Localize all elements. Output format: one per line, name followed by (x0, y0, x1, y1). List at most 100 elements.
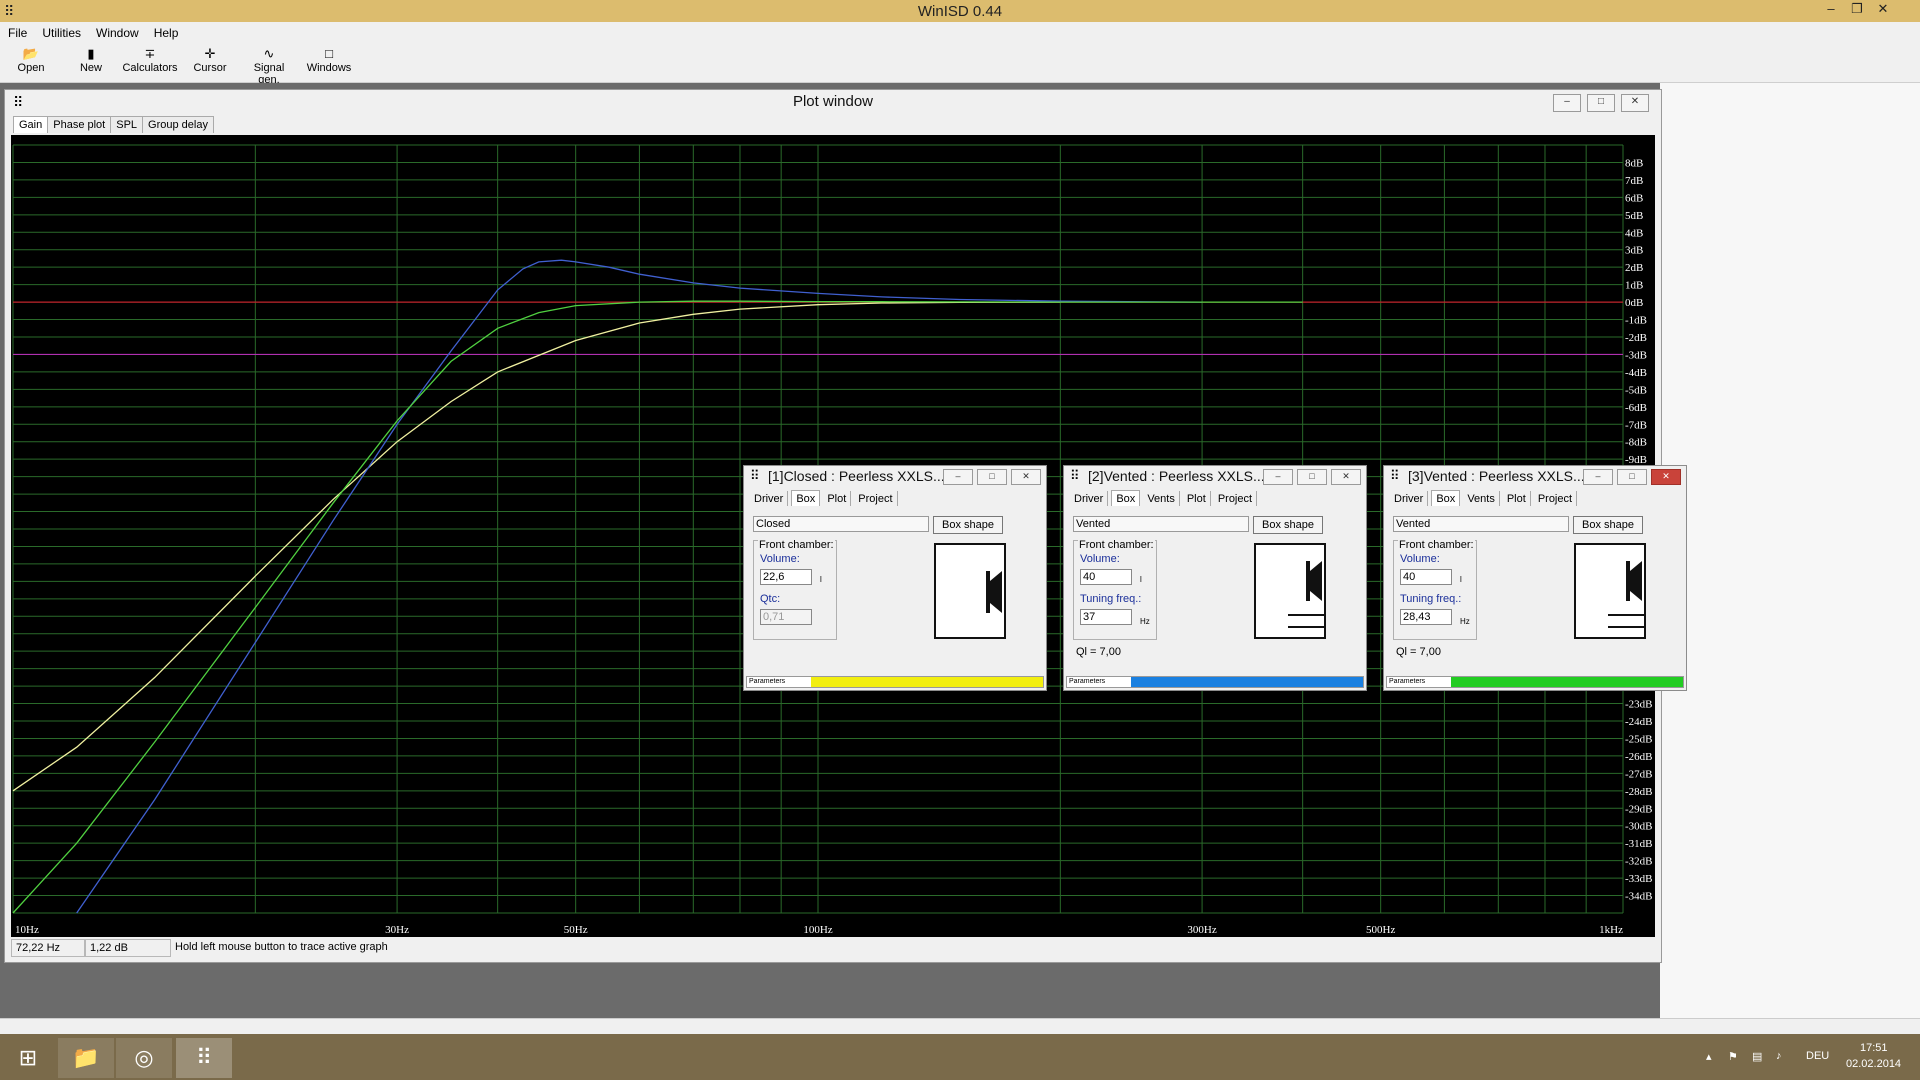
qtc-input[interactable]: 0,71 (760, 609, 812, 625)
box-type-field[interactable]: Vented (1393, 516, 1569, 532)
x-tick-label: 100Hz (803, 924, 832, 936)
y-tick-label: 3dB (1625, 245, 1643, 257)
closed-box-preview (934, 543, 1006, 639)
x-tick-label: 10Hz (15, 924, 39, 936)
y-tick-label: -29dB (1625, 803, 1653, 815)
clock-time[interactable]: 17:51 (1860, 1042, 1888, 1054)
speaker-icon (1608, 561, 1644, 628)
dialog-maximize-button[interactable]: □ (1617, 469, 1647, 485)
frequency-readout: 72,22 Hz (11, 939, 85, 957)
plot-maximize-button[interactable]: □ (1587, 94, 1615, 112)
group-label: Front chamber: (758, 539, 835, 551)
menu-window[interactable]: Window (88, 22, 146, 40)
dialog-maximize-button[interactable]: □ (1297, 469, 1327, 485)
box-type-field[interactable]: Vented (1073, 516, 1249, 532)
tab-box[interactable]: Box (1431, 490, 1461, 506)
open-button[interactable]: 📂 Open (16, 46, 46, 74)
tab-box[interactable]: Box (791, 490, 821, 506)
mdi-background-panel (1660, 83, 1920, 1018)
x-tick-label: 30Hz (385, 924, 409, 936)
dialog-minimize-button[interactable]: – (943, 469, 973, 485)
tab-driver[interactable]: Driver (1070, 491, 1109, 506)
network-icon[interactable]: ▤ (1752, 1050, 1762, 1063)
windows-button[interactable]: □ Windows (306, 46, 352, 74)
signal-gen-button[interactable]: ∿ Signal gen. (242, 46, 296, 86)
tuning-freq-unit: Hz (1140, 617, 1150, 626)
cursor-label: Cursor (193, 62, 227, 74)
dialog-minimize-button[interactable]: – (1263, 469, 1293, 485)
x-tick-label: 300Hz (1187, 924, 1216, 936)
plot-close-button[interactable]: ✕ (1621, 94, 1649, 112)
minimize-icon[interactable]: – (1818, 1, 1844, 16)
tab-box[interactable]: Box (1111, 490, 1141, 506)
gain-readout: 1,22 dB (85, 939, 171, 957)
start-button[interactable]: ⊞ (0, 1038, 56, 1078)
tab-project[interactable]: Project (1534, 491, 1578, 506)
tab-plot[interactable]: Plot (1183, 491, 1211, 506)
winisd-taskbar-button[interactable]: ⠿ (176, 1038, 232, 1078)
dialog-tabs: Driver Box Vents Plot Project (1070, 490, 1260, 508)
volume-input[interactable]: 40 (1400, 569, 1452, 585)
parameters-tab[interactable]: Parameters (1069, 677, 1105, 687)
box-type-field[interactable]: Closed (753, 516, 929, 532)
y-tick-label: -30dB (1625, 821, 1653, 833)
box-shape-button[interactable]: Box shape (1253, 516, 1323, 534)
parameters-tab[interactable]: Parameters (749, 677, 785, 687)
parameters-tab[interactable]: Parameters (1389, 677, 1425, 687)
box-shape-button[interactable]: Box shape (933, 516, 1003, 534)
dialog-close-button[interactable]: ✕ (1331, 469, 1361, 485)
tab-project[interactable]: Project (854, 491, 898, 506)
tuning-freq-label: Tuning freq.: (1400, 593, 1462, 605)
tab-vents[interactable]: Vents (1143, 491, 1180, 506)
volume-input[interactable]: 22,6 (760, 569, 812, 585)
calculator-icon: ∓ (144, 46, 156, 61)
dialog-tabs: Driver Box Plot Project (750, 490, 901, 508)
tab-spl[interactable]: SPL (110, 116, 144, 133)
tuning-freq-input[interactable]: 37 (1080, 609, 1132, 625)
cursor-button[interactable]: ✛ Cursor (192, 46, 228, 74)
tab-plot[interactable]: Plot (823, 491, 852, 506)
y-tick-label: -33dB (1625, 873, 1653, 885)
y-tick-label: -8dB (1625, 437, 1647, 449)
tab-vents[interactable]: Vents (1463, 491, 1500, 506)
tuning-freq-input[interactable]: 28,43 (1400, 609, 1452, 625)
box-dialog-1: ⠿ [1]Closed : Peerless XXLS... – □ ✕ Dri… (743, 465, 1047, 691)
dialog-close-button[interactable]: ✕ (1011, 469, 1041, 485)
explorer-taskbar-button[interactable]: 📁 (58, 1038, 114, 1078)
windows-logo-icon: ⊞ (18, 1045, 38, 1070)
plot-minimize-button[interactable]: – (1553, 94, 1581, 112)
close-icon: ✕ (1630, 96, 1640, 107)
input-language[interactable]: DEU (1806, 1050, 1829, 1062)
flag-icon[interactable]: ⚑ (1728, 1050, 1738, 1063)
y-tick-label: -6dB (1625, 402, 1647, 414)
menu-file[interactable]: File (0, 22, 34, 40)
tab-plot[interactable]: Plot (1503, 491, 1531, 506)
speaker-icon (986, 571, 1002, 613)
y-tick-label: -4dB (1625, 367, 1647, 379)
dialog-close-button[interactable]: ✕ (1651, 469, 1681, 485)
dialog-minimize-button[interactable]: – (1583, 469, 1613, 485)
volume-label: Volume: (760, 553, 800, 565)
minimize-icon: – (1564, 96, 1570, 107)
volume-icon[interactable]: ♪ (1776, 1050, 1782, 1062)
box-shape-button[interactable]: Box shape (1573, 516, 1643, 534)
show-hidden-icons-icon[interactable]: ▴ (1706, 1050, 1712, 1063)
tab-driver[interactable]: Driver (750, 491, 789, 506)
clock-date[interactable]: 02.02.2014 (1846, 1058, 1901, 1070)
dialog-maximize-button[interactable]: □ (977, 469, 1007, 485)
tab-phase-plot[interactable]: Phase plot (47, 116, 112, 133)
tab-group-delay[interactable]: Group delay (142, 116, 214, 133)
menu-utilities[interactable]: Utilities (34, 22, 88, 40)
tab-gain[interactable]: Gain (13, 116, 49, 133)
calculators-button[interactable]: ∓ Calculators (122, 46, 178, 74)
menu-help[interactable]: Help (146, 22, 186, 40)
close-icon[interactable]: ✕ (1870, 1, 1896, 17)
app-title-bar: ⠿ WinISD 0.44 – ❐ ✕ (0, 0, 1920, 22)
tab-driver[interactable]: Driver (1390, 491, 1429, 506)
chrome-taskbar-button[interactable]: ◎ (116, 1038, 172, 1078)
tab-project[interactable]: Project (1214, 491, 1258, 506)
volume-input[interactable]: 40 (1080, 569, 1132, 585)
restore-icon[interactable]: ❐ (1844, 1, 1870, 17)
new-button[interactable]: ▮ New (76, 46, 106, 74)
volume-label: Volume: (1400, 553, 1440, 565)
